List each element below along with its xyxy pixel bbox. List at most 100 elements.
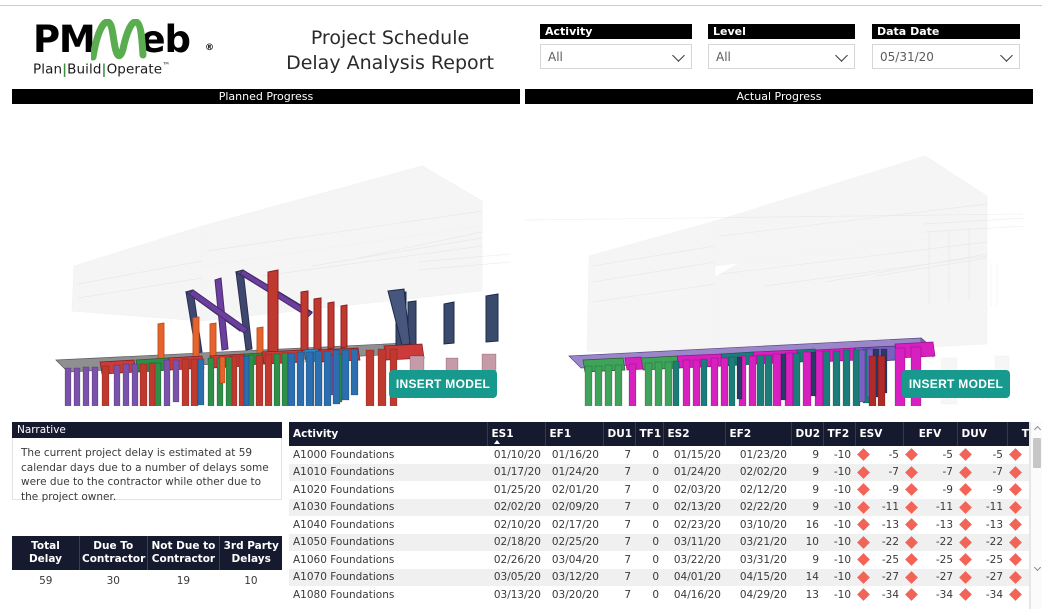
row-es1: 03/13/20 (487, 586, 545, 604)
scroll-up-icon[interactable] (1031, 422, 1042, 435)
insert-model-button-planned[interactable]: INSERT MODEL (389, 370, 497, 398)
row-duv: -27 (957, 568, 1007, 586)
grid-header-duv[interactable]: DUV (957, 422, 1008, 446)
row-tf2: -10 (823, 533, 855, 551)
grid-body: A1000 Foundations 01/10/20 01/16/20 7 0 01/15… (289, 446, 1029, 604)
row-ef2: 03/10/20 (725, 516, 791, 534)
row-duv: -34 (957, 586, 1007, 604)
row-esv-value: -13 (881, 518, 899, 531)
filter-data-date-select[interactable]: 05/31/20 (872, 44, 1020, 69)
table-row[interactable]: A1010 Foundations 01/17/20 01/24/20 7 0 01/24… (289, 463, 1029, 481)
scroll-down-icon[interactable] (1031, 562, 1042, 575)
grid-header-ef1[interactable]: EF1 (545, 422, 604, 446)
grid-header-tf1[interactable]: TF1 (635, 422, 664, 446)
page-title: Project Schedule Delay Analysis Report (255, 26, 525, 76)
row-tf2: -10 (823, 586, 855, 604)
row-ef1: 02/09/20 (545, 498, 603, 516)
row-esv: -34 (855, 586, 903, 604)
table-row[interactable]: A1040 Foundations 02/10/20 02/17/20 7 0 02/23… (289, 516, 1029, 534)
grid-header-ef2[interactable]: EF2 (725, 422, 792, 446)
row-duv: -22 (957, 533, 1007, 551)
grid-header-activity[interactable]: Activity (289, 422, 488, 446)
table-row[interactable]: A1050 Foundations 02/18/20 02/25/20 7 0 03/11… (289, 533, 1029, 551)
row-ef2: 02/22/20 (725, 498, 791, 516)
row-esv: -9 (855, 481, 903, 499)
page-title-line1: Project Schedule (310, 27, 470, 49)
row-duv-value: -11 (985, 501, 1003, 514)
grid-header-du2[interactable]: DU2 (791, 422, 824, 446)
grid-header-esv[interactable]: ESV (855, 422, 904, 446)
filter-activity-label: Activity (540, 24, 692, 39)
row-esv-value: -9 (888, 483, 899, 496)
grid-header-es2[interactable]: ES2 (663, 422, 726, 446)
row-duv: -11 (957, 498, 1007, 516)
row-tf2: -10 (823, 481, 855, 499)
row-du1: 7 (603, 516, 635, 534)
row-duv-value: -7 (992, 466, 1003, 479)
row-activity: A1020 Foundations (289, 481, 487, 499)
row-esv-value: -22 (881, 536, 899, 549)
grid-header-es1-label: ES1 (491, 428, 514, 440)
row-du2: 10 (791, 533, 823, 551)
summary-value-due-to-contractor: 30 (79, 570, 147, 592)
row-efv: -9 (903, 481, 957, 499)
row-esv: -22 (855, 533, 903, 551)
summary-header-3rd-party-delays: 3rd Party Delays (219, 536, 282, 570)
row-ef1: 01/16/20 (545, 446, 603, 464)
row-du1: 7 (603, 533, 635, 551)
row-es2: 02/23/20 (663, 516, 725, 534)
row-efv: -7 (903, 463, 957, 481)
scrollbar-thumb[interactable] (1033, 438, 1041, 468)
grid-vertical-scrollbar[interactable] (1030, 422, 1042, 609)
trademark-icon: ™ (162, 61, 171, 70)
row-tf2: -10 (823, 446, 855, 464)
table-row[interactable]: A1070 Foundations 03/05/20 03/12/20 7 0 04/01… (289, 568, 1029, 586)
insert-model-button-actual[interactable]: INSERT MODEL (902, 370, 1010, 398)
row-es2: 03/22/20 (663, 551, 725, 569)
delay-variance-diamond-icon (1009, 535, 1022, 549)
actual-progress-model-viewport[interactable] (525, 106, 1033, 406)
activity-delay-grid[interactable]: Activity ES1 EF1 DU1 TF1 ES2 EF2 DU2 TF2… (289, 422, 1030, 609)
logo-wordmark: PM eb ® (33, 19, 233, 61)
row-du2: 9 (791, 551, 823, 569)
row-esv-value: -34 (881, 588, 899, 601)
delay-variance-diamond-icon (959, 448, 972, 462)
grid-header-tfv[interactable]: TFV (1007, 422, 1029, 446)
row-du1: 7 (603, 586, 635, 604)
row-tfv: -13 (1007, 516, 1029, 534)
row-activity: A1000 Foundations (289, 446, 487, 464)
delay-variance-diamond-icon (1009, 518, 1022, 532)
table-row[interactable]: A1080 Foundations 03/13/20 03/20/20 7 0 04/16… (289, 586, 1029, 604)
row-ef1: 03/12/20 (545, 568, 603, 586)
filter-level-select[interactable]: All (708, 44, 855, 69)
row-esv: -7 (855, 463, 903, 481)
row-es1: 01/25/20 (487, 481, 545, 499)
row-es1: 03/05/20 (487, 568, 545, 586)
filter-activity-select[interactable]: All (540, 44, 692, 69)
table-row[interactable]: A1060 Foundations 02/26/20 03/04/20 7 0 03/22… (289, 551, 1029, 569)
grid-header-du1[interactable]: DU1 (603, 422, 636, 446)
grid-header-es1[interactable]: ES1 (487, 422, 546, 446)
delay-variance-diamond-icon (1009, 588, 1022, 602)
logo-w-glyph (90, 19, 147, 61)
planned-progress-header: Planned Progress (12, 89, 520, 104)
grid-header-efv[interactable]: EFV (903, 422, 958, 446)
planned-progress-model-viewport[interactable] (12, 106, 520, 406)
row-duv: -5 (957, 446, 1007, 464)
delay-variance-diamond-icon (905, 448, 918, 462)
row-ef2: 04/29/20 (725, 586, 791, 604)
row-efv-value: -7 (942, 466, 953, 479)
delay-variance-diamond-icon (857, 465, 870, 479)
row-tfv: -7 (1007, 463, 1029, 481)
row-esv-value: -11 (881, 501, 899, 514)
planned-bim-model-graphic (55, 165, 511, 406)
table-row[interactable]: A1030 Foundations 02/02/20 02/09/20 7 0 02/13… (289, 498, 1029, 516)
table-row[interactable]: A1000 Foundations 01/10/20 01/16/20 7 0 01/15… (289, 446, 1029, 464)
tagline-operate: Operate (106, 61, 163, 78)
row-du2: 9 (791, 498, 823, 516)
row-ef1: 03/04/20 (545, 551, 603, 569)
grid-header-tf2[interactable]: TF2 (823, 422, 856, 446)
row-tf2: -10 (823, 516, 855, 534)
table-row[interactable]: A1020 Foundations 01/25/20 02/01/20 7 0 02/03… (289, 481, 1029, 499)
chevron-down-icon (835, 48, 848, 62)
